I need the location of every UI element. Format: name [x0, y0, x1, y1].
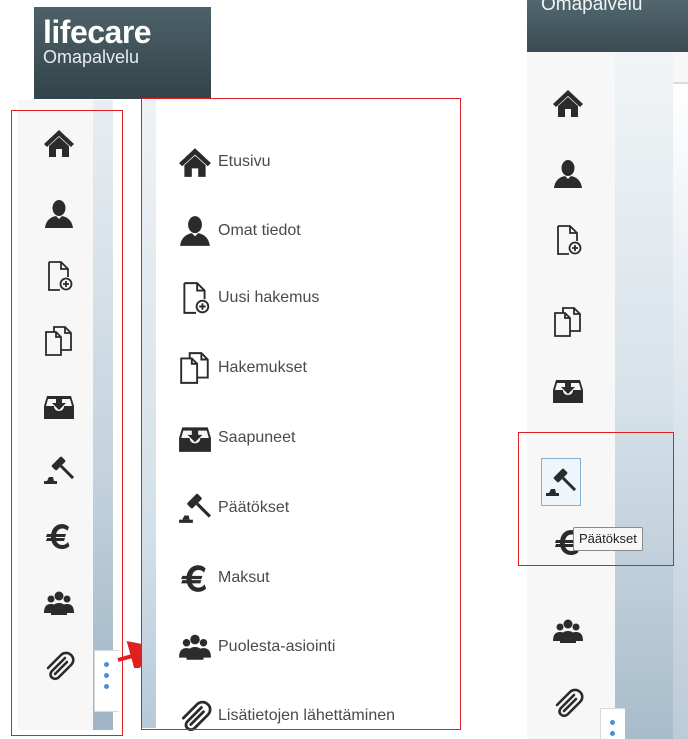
content-area	[673, 82, 688, 739]
group-icon[interactable]	[552, 615, 584, 647]
page-background-edge	[615, 52, 673, 739]
highlight-box-collapsed-menu	[11, 110, 123, 736]
content-border	[673, 82, 688, 84]
home-icon[interactable]	[552, 87, 584, 119]
menu-dot	[610, 731, 615, 736]
paperclip-icon[interactable]	[552, 687, 584, 719]
logo-subtitle: Omapalvelu	[43, 47, 140, 67]
logo-brand: lifecare	[43, 14, 152, 50]
documents-icon[interactable]	[552, 306, 584, 338]
lifecare-logo: lifecare Omapalvelu	[34, 7, 211, 99]
new-document-icon[interactable]	[552, 224, 584, 256]
menu-dot	[610, 720, 615, 725]
inbox-icon[interactable]	[552, 374, 584, 406]
app-header: Omapalvelu	[527, 0, 688, 52]
header-title: Omapalvelu	[541, 0, 643, 15]
collapsed-sidebar-hover	[527, 52, 688, 739]
highlight-box-tooltip	[518, 432, 674, 566]
highlight-box-expanded-menu	[141, 98, 461, 730]
expand-menu-button[interactable]	[600, 708, 625, 739]
user-icon[interactable]	[552, 158, 584, 190]
